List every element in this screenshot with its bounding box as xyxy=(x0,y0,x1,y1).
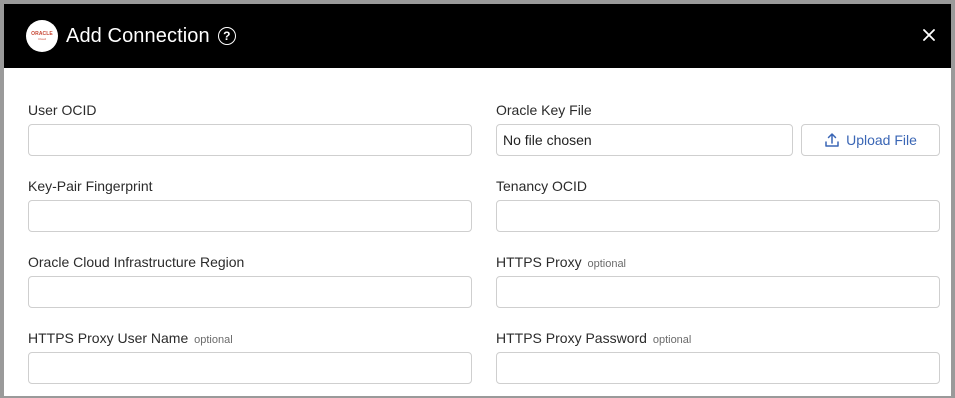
https-proxy-password-label: HTTPS Proxy Password optional xyxy=(496,330,692,346)
https-proxy-password-input[interactable] xyxy=(496,352,940,384)
https-proxy-user-input[interactable] xyxy=(28,352,472,384)
optional-tag: optional xyxy=(587,258,627,270)
tenancy-ocid-field: Tenancy OCID xyxy=(496,177,587,195)
add-connection-dialog: ORACLE Cloud Add Connection ? User OCID … xyxy=(4,4,951,396)
user-ocid-field: User OCID xyxy=(28,101,96,119)
user-ocid-label: User OCID xyxy=(28,102,97,118)
help-icon[interactable]: ? xyxy=(217,27,236,45)
user-ocid-input[interactable] xyxy=(28,124,472,156)
oracle-key-file-display[interactable]: No file chosen xyxy=(496,124,793,156)
https-proxy-password-field: HTTPS Proxy Password optional xyxy=(496,329,691,347)
oracle-logo: ORACLE Cloud xyxy=(26,20,58,52)
https-proxy-field: HTTPS Proxy optional xyxy=(496,253,626,271)
https-proxy-user-label: HTTPS Proxy User Name optional xyxy=(28,330,233,346)
oracle-logo-subtext: Cloud xyxy=(38,36,46,41)
upload-file-button[interactable]: Upload File xyxy=(801,124,940,156)
https-proxy-input[interactable] xyxy=(496,276,940,308)
upload-icon xyxy=(825,133,839,147)
https-proxy-user-field: HTTPS Proxy User Name optional xyxy=(28,329,233,347)
region-label: Oracle Cloud Infrastructure Region xyxy=(28,254,245,270)
key-pair-fingerprint-input[interactable] xyxy=(28,200,472,232)
https-proxy-label: HTTPS Proxy optional xyxy=(496,254,627,270)
optional-tag: optional xyxy=(194,334,233,346)
region-input[interactable] xyxy=(28,276,472,308)
region-field: Oracle Cloud Infrastructure Region xyxy=(28,253,244,271)
oracle-key-file-field: Oracle Key File xyxy=(496,101,592,119)
oracle-key-file-label: Oracle Key File xyxy=(496,102,592,118)
key-pair-fingerprint-label: Key-Pair Fingerprint xyxy=(28,178,153,194)
dialog-title: Add Connection xyxy=(66,24,210,47)
tenancy-ocid-input[interactable] xyxy=(496,200,940,232)
close-icon[interactable] xyxy=(919,25,939,45)
tenancy-ocid-label: Tenancy OCID xyxy=(496,178,588,194)
dialog-header: ORACLE Cloud Add Connection ? xyxy=(4,4,951,68)
key-pair-fingerprint-field: Key-Pair Fingerprint xyxy=(28,177,153,195)
optional-tag: optional xyxy=(652,334,692,346)
upload-file-label: Upload File xyxy=(846,132,917,148)
file-status-text: No file chosen xyxy=(503,132,592,148)
